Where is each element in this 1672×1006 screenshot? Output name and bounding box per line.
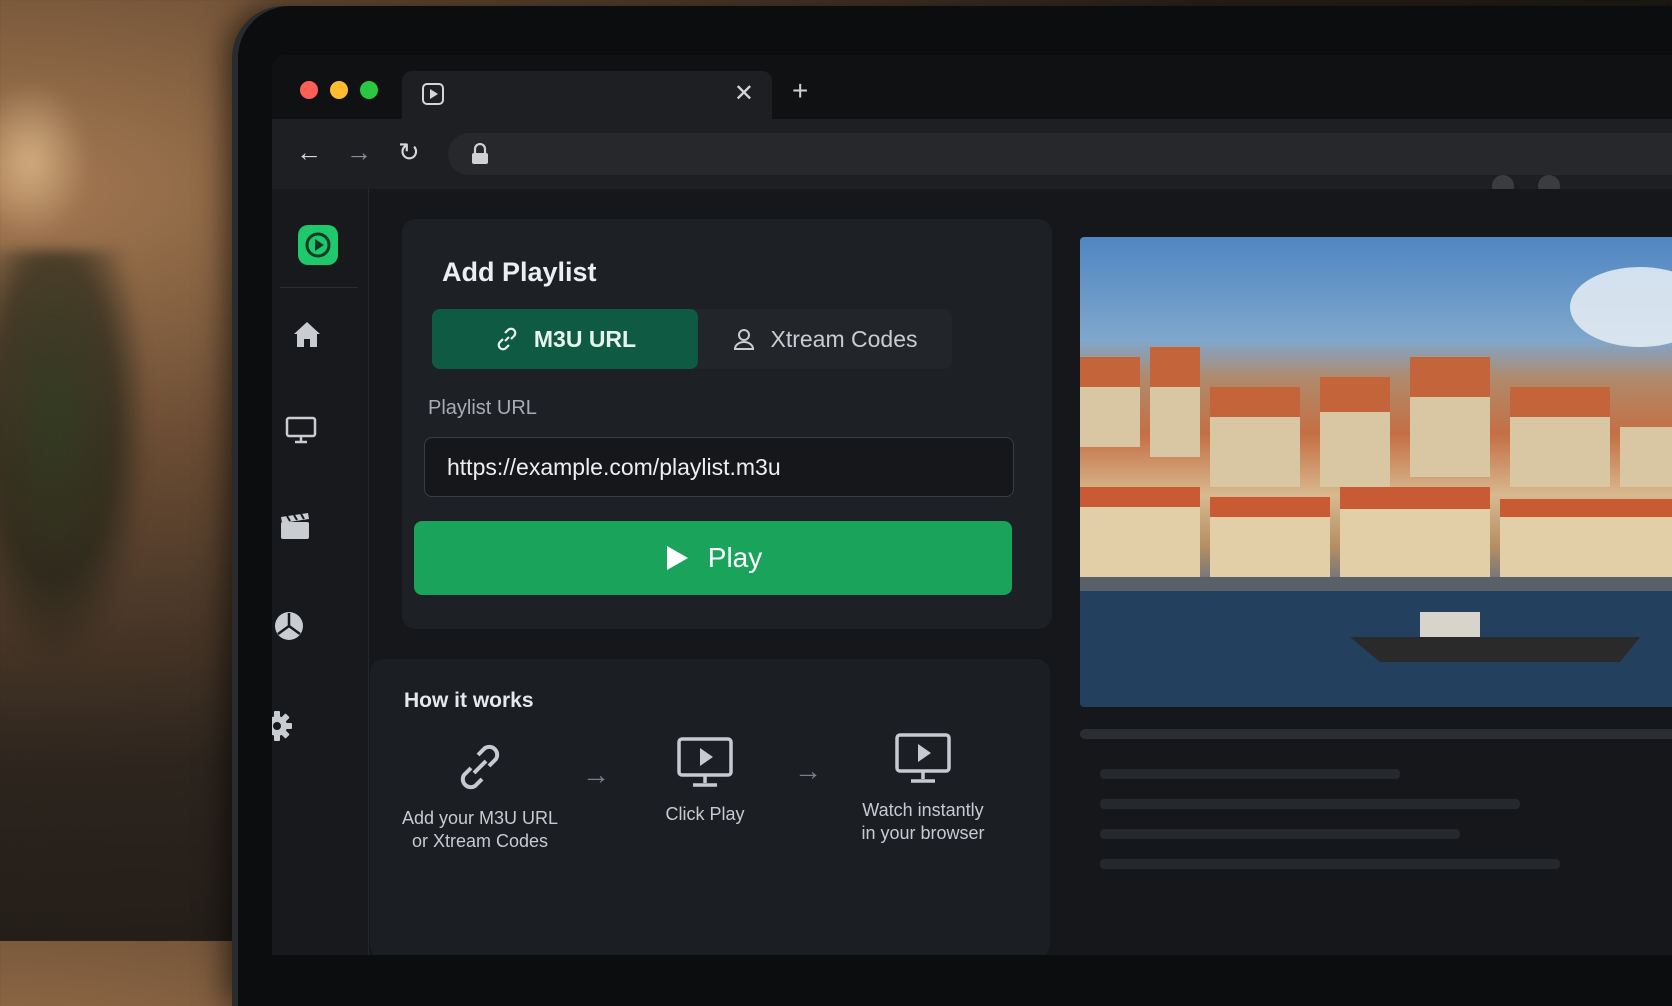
ball-icon[interactable] — [272, 609, 306, 643]
add-playlist-panel: Add Playlist M3U URL Xtream Codes Playli… — [402, 219, 1052, 629]
arrow-right-icon: → — [582, 759, 610, 790]
tab-m3u-url-label: M3U URL — [533, 325, 637, 352]
browser-window: ✕ + ← → ↻ Add Playlist M3U URL Xtream Co… — [272, 55, 1672, 955]
tab-m3u-url[interactable]: M3U URL — [432, 309, 698, 369]
monitor-play-icon — [677, 737, 733, 787]
preview-details — [1080, 759, 1672, 939]
video-preview[interactable] — [1080, 237, 1672, 707]
panel-title: Add Playlist — [442, 257, 597, 287]
monitor-icon[interactable] — [284, 413, 318, 447]
monitor-play-icon — [895, 733, 951, 783]
how-it-works-title: How it works — [404, 689, 534, 712]
play-icon — [422, 83, 444, 105]
browser-toolbar: ← → ↻ — [272, 119, 1672, 189]
reload-icon[interactable]: ↻ — [398, 139, 420, 165]
clapperboard-icon[interactable] — [278, 509, 312, 543]
minimize-window-button[interactable] — [330, 81, 348, 99]
address-bar[interactable] — [448, 133, 1672, 175]
tab-xtream-codes[interactable]: Xtream Codes — [698, 309, 952, 369]
step-3-line1: Watch instantly — [862, 800, 984, 820]
detail-row — [1100, 769, 1400, 779]
arrow-right-icon: → — [794, 755, 822, 786]
step-1-line2: or Xtream Codes — [411, 831, 549, 852]
play-icon — [666, 546, 688, 570]
tab-xtream-codes-label: Xtream Codes — [770, 325, 918, 352]
detail-row — [1100, 859, 1560, 869]
detail-row — [1100, 829, 1460, 839]
sidebar-divider — [280, 287, 358, 288]
background-plant — [0, 250, 150, 670]
back-arrow-icon[interactable]: ← — [296, 139, 322, 165]
new-tab-icon[interactable]: + — [792, 77, 808, 105]
tab-bar: ✕ + — [272, 55, 1672, 119]
app-container: Add Playlist M3U URL Xtream Codes Playli… — [272, 189, 1672, 955]
link-icon — [497, 327, 517, 351]
play-logo-icon[interactable] — [298, 225, 338, 265]
step-1-line1: Add your M3U URL — [401, 808, 559, 828]
gear-icon[interactable] — [272, 709, 294, 743]
step-watch: Watch instantly in your browser — [838, 731, 1008, 846]
sidebar — [272, 189, 369, 955]
user-icon — [734, 329, 755, 350]
play-button-label: Play — [707, 542, 763, 573]
step-click-play: Click Play — [630, 735, 780, 826]
playlist-url-input[interactable] — [424, 437, 1014, 497]
link-icon — [460, 744, 500, 790]
how-it-works-panel: How it works Add your M3U URL or Xtream … — [370, 659, 1050, 955]
home-icon[interactable] — [290, 317, 324, 351]
step-2-line1: Click Play — [665, 804, 745, 824]
preview-progress-bar[interactable] — [1080, 729, 1672, 739]
forward-arrow-icon[interactable]: → — [346, 139, 372, 165]
browser-tab[interactable]: ✕ — [402, 71, 772, 119]
close-window-button[interactable] — [300, 81, 318, 99]
playlist-url-label: Playlist URL — [428, 397, 537, 419]
source-tabs: M3U URL Xtream Codes — [432, 309, 952, 369]
city-waterfront-image — [1080, 267, 1672, 707]
step-add-url: Add your M3U URL or Xtream Codes — [390, 739, 570, 854]
maximize-window-button[interactable] — [360, 81, 378, 99]
lock-icon — [472, 143, 488, 164]
background-lamp — [0, 80, 90, 240]
close-tab-icon[interactable]: ✕ — [734, 79, 754, 108]
play-button[interactable]: Play — [414, 521, 1012, 595]
detail-row — [1100, 799, 1520, 809]
step-3-line2: in your browser — [861, 823, 985, 844]
